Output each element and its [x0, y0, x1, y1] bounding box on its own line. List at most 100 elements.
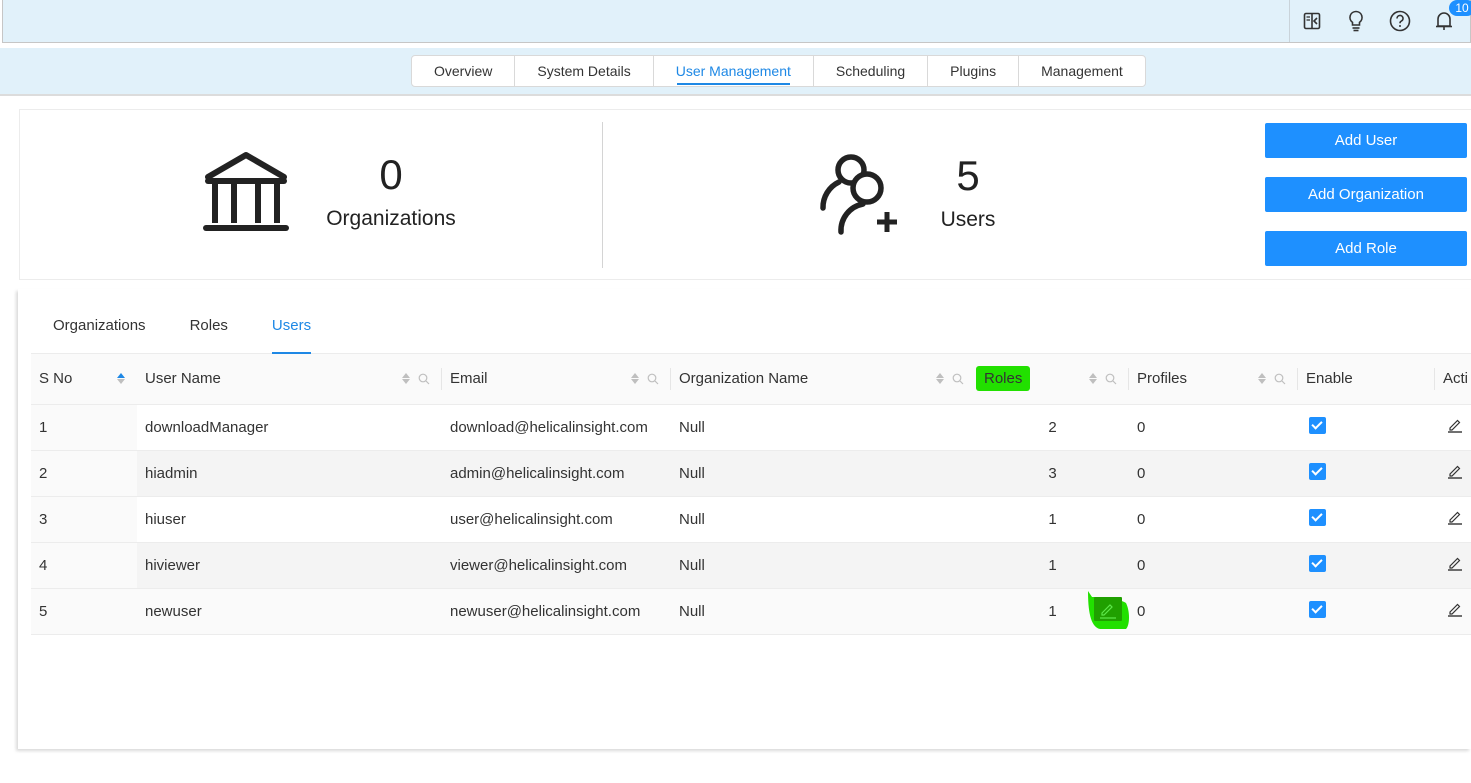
sort-username-icon[interactable]: [402, 373, 410, 385]
table-row[interactable]: 2 hiadmin admin@helicalinsight.com Null …: [31, 450, 1471, 497]
edit-roles-icon: [1088, 591, 1129, 629]
cell-roles: 1: [976, 496, 1129, 543]
column-header-sno[interactable]: S No: [31, 354, 137, 405]
cell-profiles: 0: [1129, 450, 1298, 497]
tab-scheduling[interactable]: Scheduling: [814, 56, 929, 86]
cell-organization: Null: [671, 450, 976, 497]
search-organization-icon[interactable]: [952, 373, 964, 385]
cell-username: hiuser: [137, 496, 442, 543]
roles-header-highlight: Roles: [976, 366, 1031, 392]
sort-profiles-icon[interactable]: [1258, 373, 1266, 385]
summary-card: 0 Organizations 5 Users Add User Add Org…: [19, 109, 1471, 280]
edit-pencil-icon: [1448, 603, 1462, 617]
sub-tabs: Organizations Roles Users: [31, 309, 1471, 354]
lightbulb-icon: [1349, 10, 1363, 32]
table-row[interactable]: 4 hiviewer viewer@helicalinsight.com Nul…: [31, 542, 1471, 589]
users-label: Users: [940, 208, 996, 231]
header-icon-group: 10: [1289, 0, 1471, 42]
main-tabs: Overview System Details User Management …: [411, 55, 1146, 87]
cell-organization: Null: [671, 404, 976, 451]
edit-user-button[interactable]: [1447, 417, 1463, 437]
edit-pencil-icon: [1448, 511, 1462, 525]
cell-email: viewer@helicalinsight.com: [442, 542, 671, 589]
edit-user-button[interactable]: [1447, 601, 1463, 621]
subtab-users[interactable]: Users: [250, 309, 333, 354]
cell-username: newuser: [137, 588, 442, 635]
search-username-icon[interactable]: [418, 373, 430, 385]
table-row[interactable]: 3 hiuser user@helicalinsight.com Null 1 …: [31, 496, 1471, 543]
cell-profiles: 0: [1129, 588, 1298, 635]
add-organization-button[interactable]: Add Organization: [1265, 177, 1467, 212]
cell-sno: 1: [31, 404, 137, 451]
column-header-username[interactable]: User Name: [137, 354, 442, 405]
column-header-organization[interactable]: Organization Name: [671, 354, 976, 405]
enable-checkbox[interactable]: [1309, 600, 1326, 618]
tab-user-management[interactable]: User Management: [654, 56, 814, 86]
tab-plugins[interactable]: Plugins: [928, 56, 1020, 86]
users-stat: 5 Users: [817, 150, 1003, 236]
search-profiles-icon[interactable]: [1274, 373, 1286, 385]
enable-checkbox[interactable]: [1309, 554, 1326, 572]
cell-email: user@helicalinsight.com: [442, 496, 671, 543]
cell-profiles: 0: [1129, 496, 1298, 543]
search-roles-icon[interactable]: [1105, 373, 1117, 385]
edit-user-button[interactable]: [1447, 509, 1463, 529]
enable-checkbox[interactable]: [1309, 462, 1326, 480]
notification-count-badge: 10: [1449, 0, 1471, 16]
cell-email: download@helicalinsight.com: [442, 404, 671, 451]
enable-checkbox[interactable]: [1309, 508, 1326, 526]
help-icon: [1389, 10, 1411, 32]
edit-roles-button-highlighted[interactable]: [1086, 589, 1130, 630]
cell-roles: 1: [976, 542, 1129, 589]
main-tab-band: Overview System Details User Management …: [0, 48, 1471, 96]
sort-sno-icon[interactable]: [117, 373, 125, 385]
users-add-icon: [820, 154, 897, 235]
tab-overview[interactable]: Overview: [412, 56, 516, 86]
tab-system-details[interactable]: System Details: [515, 56, 654, 86]
edit-user-button[interactable]: [1447, 463, 1463, 483]
cell-profiles: 0: [1129, 542, 1298, 589]
tab-management[interactable]: Management: [1019, 56, 1145, 86]
table-row[interactable]: 1 downloadManager download@helicalinsigh…: [31, 404, 1471, 451]
tips-button[interactable]: [1334, 0, 1378, 42]
notifications-button[interactable]: 10: [1422, 0, 1471, 42]
users-panel: Organizations Roles Users S No User Name: [18, 289, 1471, 749]
cell-sno: 4: [31, 542, 137, 589]
users-table: S No User Name Email Organization Name R…: [31, 354, 1471, 635]
summary-divider: [602, 122, 603, 268]
table-row[interactable]: 5 newuser newuser@helicalinsight.com Nul…: [31, 588, 1471, 635]
cell-organization: Null: [671, 542, 976, 589]
cell-roles: 2: [976, 404, 1129, 451]
subtab-organizations[interactable]: Organizations: [31, 309, 168, 353]
subtab-roles[interactable]: Roles: [168, 309, 250, 353]
sort-email-icon[interactable]: [631, 373, 639, 385]
edit-pencil-icon: [1448, 557, 1462, 571]
organizations-stat: 0 Organizations: [203, 150, 461, 234]
sort-organization-icon[interactable]: [936, 373, 944, 385]
institution-icon: [203, 152, 289, 231]
cell-profiles: 0: [1129, 404, 1298, 451]
top-header: 10: [2, 0, 1471, 43]
cell-organization: Null: [671, 496, 976, 543]
help-button[interactable]: [1378, 0, 1422, 42]
search-email-icon[interactable]: [647, 373, 659, 385]
edit-pencil-icon: [1448, 465, 1462, 479]
organizations-count: 0: [379, 151, 403, 198]
edit-user-button[interactable]: [1447, 555, 1463, 575]
cell-sno: 5: [31, 588, 137, 635]
enable-checkbox[interactable]: [1309, 416, 1326, 434]
edit-pencil-icon: [1448, 419, 1462, 433]
panel-toggle-button[interactable]: [1290, 0, 1334, 42]
table-header-row: S No User Name Email Organization Name R…: [31, 354, 1471, 405]
cell-username: hiadmin: [137, 450, 442, 497]
column-header-email[interactable]: Email: [442, 354, 671, 405]
add-user-button[interactable]: Add User: [1265, 123, 1467, 158]
sort-roles-icon[interactable]: [1089, 373, 1097, 385]
column-header-profiles[interactable]: Profiles: [1129, 354, 1298, 405]
add-role-button[interactable]: Add Role: [1265, 231, 1467, 266]
cell-organization: Null: [671, 588, 976, 635]
column-header-enable: Enable: [1298, 354, 1435, 405]
cell-email: admin@helicalinsight.com: [442, 450, 671, 497]
cell-sno: 2: [31, 450, 137, 497]
column-header-roles[interactable]: Roles: [976, 354, 1129, 405]
